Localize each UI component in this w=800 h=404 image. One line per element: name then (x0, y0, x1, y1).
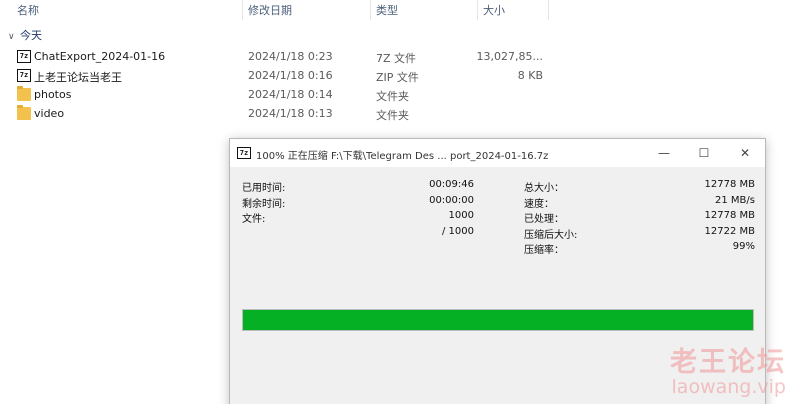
sort-caret-icon: ⌃ (316, 0, 324, 5)
files-total-value: / 1000 (442, 226, 474, 237)
elapsed-time-value: 00:09:46 (429, 179, 474, 190)
compression-ratio-value: 99% (732, 241, 755, 252)
file-row[interactable]: 7z 上老王论坛当老王 2024/1/18 0:16 ZIP 文件 8 KB (0, 67, 560, 86)
minimize-button[interactable]: — (652, 143, 676, 163)
elapsed-time-label: 已用时间: (242, 183, 286, 194)
remaining-time-label: 剩余时间: (242, 199, 286, 210)
compressed-size-label: 压缩后大小: (524, 230, 578, 241)
close-button[interactable]: ✕ (733, 143, 757, 163)
file-size: 13,027,85... (476, 50, 543, 63)
file-type: 文件夹 (376, 90, 409, 103)
watermark-logo-text: 老王论坛 (670, 347, 786, 378)
dialog-title: 100% 正在压缩 F:\下载\Telegram Des ... port_20… (256, 151, 549, 162)
column-header-name[interactable]: 名称 (17, 2, 39, 18)
column-divider[interactable] (548, 0, 549, 20)
files-label: 文件: (242, 214, 266, 225)
chevron-down-icon[interactable]: ∨ (8, 32, 18, 42)
column-header-size[interactable]: 大小 (483, 2, 505, 18)
7zip-app-icon: 7z (237, 147, 251, 159)
file-row[interactable]: video 2024/1/18 0:13 文件夹 (0, 105, 560, 124)
total-size-value: 12778 MB (704, 179, 755, 190)
column-header-date[interactable]: 修改日期 (248, 2, 292, 18)
group-label: 今天 (20, 29, 42, 42)
remaining-time-value: 00:00:00 (429, 195, 474, 206)
folder-icon (17, 86, 31, 101)
files-count-value: 1000 (448, 210, 474, 221)
file-name: video (34, 107, 65, 120)
group-header-today[interactable]: ∨ 今天 (8, 27, 42, 43)
file-name: ChatExport_2024-01-16 (34, 50, 166, 63)
maximize-button[interactable]: ☐ (692, 143, 716, 163)
file-date: 2024/1/18 0:14 (248, 88, 333, 101)
column-divider[interactable] (370, 0, 371, 20)
dialog-titlebar[interactable]: 7z 100% 正在压缩 F:\下载\Telegram Des ... port… (230, 139, 765, 167)
processed-label: 已处理： (524, 214, 564, 225)
file-date: 2024/1/18 0:16 (248, 69, 333, 82)
folder-icon (17, 105, 31, 120)
column-header-type[interactable]: 类型 (376, 2, 398, 18)
speed-value: 21 MB/s (715, 195, 755, 206)
progress-bar-fill (243, 310, 753, 330)
7z-archive-icon: 7z (17, 50, 31, 63)
processed-value: 12778 MB (704, 210, 755, 221)
file-name: photos (34, 88, 72, 101)
column-header-bar: 名称 ⌃ 修改日期 类型 大小 (0, 0, 800, 20)
file-row[interactable]: photos 2024/1/18 0:14 文件夹 (0, 86, 560, 105)
file-type: 7Z 文件 (376, 52, 417, 65)
column-divider[interactable] (242, 0, 243, 20)
compressed-size-value: 12722 MB (704, 226, 755, 237)
compression-ratio-label: 压缩率： (524, 245, 564, 256)
file-type: ZIP 文件 (376, 71, 419, 84)
speed-label: 速度： (524, 199, 554, 210)
file-size: 8 KB (517, 69, 543, 82)
7z-archive-icon: 7z (17, 69, 31, 82)
file-date: 2024/1/18 0:23 (248, 50, 333, 63)
total-size-label: 总大小： (524, 183, 564, 194)
file-type: 文件夹 (376, 109, 409, 122)
file-name: 上老王论坛当老王 (34, 71, 122, 84)
file-row[interactable]: 7z ChatExport_2024-01-16 2024/1/18 0:23 … (0, 48, 560, 67)
column-divider[interactable] (477, 0, 478, 20)
file-date: 2024/1/18 0:13 (248, 107, 333, 120)
watermark-url: laowang.vip (671, 376, 786, 398)
progress-bar (242, 309, 754, 331)
